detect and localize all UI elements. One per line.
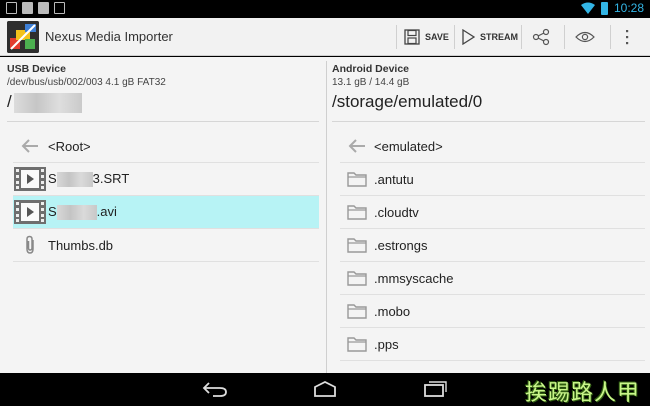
toolbar-divider — [454, 25, 455, 49]
battery-icon — [600, 1, 608, 15]
usb-device-info: /dev/bus/usb/002/003 4.1 gB FAT32 — [7, 77, 166, 88]
facebook-notification-icon — [38, 2, 49, 14]
list-item-srt-file[interactable]: S 3.SRT — [13, 163, 319, 195]
back-arrow-icon — [13, 138, 47, 154]
list-item-label: <Root> — [48, 138, 91, 154]
wifi-icon — [580, 2, 595, 14]
paperclip-icon — [13, 235, 47, 255]
usb-device-panel: USB Device /dev/bus/usb/002/003 4.1 gB F… — [0, 57, 326, 373]
folder-icon — [340, 171, 374, 187]
clock: 10:28 — [613, 1, 644, 15]
overflow-icon — [626, 30, 629, 45]
divider — [340, 360, 645, 361]
stream-label: STREAM — [480, 32, 518, 42]
usb-panel-title: USB Device — [7, 63, 66, 75]
folder-label: .antutu — [374, 171, 414, 187]
app-title: Nexus Media Importer — [45, 29, 173, 44]
back-arrow-icon — [340, 138, 374, 154]
list-item-label: S 3.SRT — [48, 170, 130, 188]
nav-home-icon — [314, 380, 336, 397]
video-file-icon — [13, 167, 47, 191]
folder-label: .pps — [374, 336, 399, 352]
facebook-notification-icon — [22, 2, 33, 14]
home-button[interactable] — [311, 380, 339, 403]
image-notification-icon — [6, 2, 17, 14]
folder-label: .mmsyscache — [374, 270, 454, 286]
redacted-path — [13, 92, 82, 113]
toolbar-divider — [396, 25, 397, 49]
folder-item[interactable]: .estrongs — [340, 229, 645, 261]
divider — [13, 261, 319, 262]
share-icon — [532, 28, 550, 46]
folder-label: .cloudtv — [374, 204, 419, 220]
status-bar: 10:28 — [0, 0, 650, 18]
floppy-disk-icon — [404, 29, 420, 45]
folder-icon — [340, 336, 374, 352]
share-button[interactable] — [532, 18, 550, 56]
save-button[interactable]: SAVE — [404, 18, 449, 56]
status-indicators: 10:28 — [580, 1, 644, 15]
folder-icon — [340, 204, 374, 220]
toolbar-divider — [564, 25, 565, 49]
back-button[interactable] — [201, 380, 229, 403]
list-item-label: S .avi — [48, 203, 117, 221]
usb-current-path: / — [7, 92, 82, 113]
usb-notification-icon — [54, 2, 65, 14]
folder-icon — [340, 270, 374, 286]
stream-button[interactable]: STREAM — [461, 18, 518, 56]
folder-item[interactable]: .pps — [340, 328, 645, 360]
folder-item[interactable]: .mmsyscache — [340, 262, 645, 294]
redacted-filename — [56, 205, 97, 221]
redacted-filename — [56, 172, 93, 188]
android-device-panel: Android Device 13.1 gB / 14.4 gB /storag… — [327, 57, 650, 373]
toolbar-divider — [521, 25, 522, 49]
folder-label: .mobo — [374, 303, 411, 319]
folder-icon — [340, 303, 374, 319]
save-label: SAVE — [425, 32, 449, 42]
divider — [332, 121, 645, 122]
video-file-icon — [13, 200, 47, 224]
app-logo-icon[interactable] — [7, 21, 39, 53]
nav-back-icon — [202, 382, 227, 397]
watermark-text: 挨踢路人甲 — [524, 381, 640, 406]
folder-icon — [340, 237, 374, 253]
folder-item[interactable]: .mobo — [340, 295, 645, 327]
list-item-label: <emulated> — [374, 138, 443, 154]
navigation-bar: 挨踢路人甲 — [0, 373, 650, 406]
notification-icons — [6, 2, 65, 14]
divider — [7, 121, 319, 122]
list-item-label: Thumbs.db — [48, 237, 114, 253]
eye-icon — [575, 31, 595, 43]
folder-item[interactable]: .cloudtv — [340, 196, 645, 228]
nav-recents-icon — [424, 381, 447, 397]
toolbar-divider — [610, 25, 611, 49]
list-item-root[interactable]: <Root> — [13, 130, 319, 162]
android-panel-title: Android Device — [332, 63, 410, 75]
android-storage-info: 13.1 gB / 14.4 gB — [332, 77, 410, 88]
view-button[interactable] — [575, 18, 595, 56]
android-current-path: /storage/emulated/0 — [332, 92, 483, 111]
play-icon — [462, 29, 475, 45]
list-item-thumbs-db[interactable]: Thumbs.db — [13, 229, 319, 261]
overflow-menu-button[interactable] — [625, 18, 629, 56]
file-browser: USB Device /dev/bus/usb/002/003 4.1 gB F… — [0, 57, 650, 373]
list-item-parent-emulated[interactable]: <emulated> — [340, 130, 645, 162]
action-bar: Nexus Media Importer SAVE STREAM — [0, 18, 650, 56]
folder-label: .estrongs — [374, 237, 428, 253]
recent-apps-button[interactable] — [421, 380, 449, 403]
folder-item[interactable]: .antutu — [340, 163, 645, 195]
list-item-avi-file[interactable]: S .avi — [13, 196, 319, 228]
